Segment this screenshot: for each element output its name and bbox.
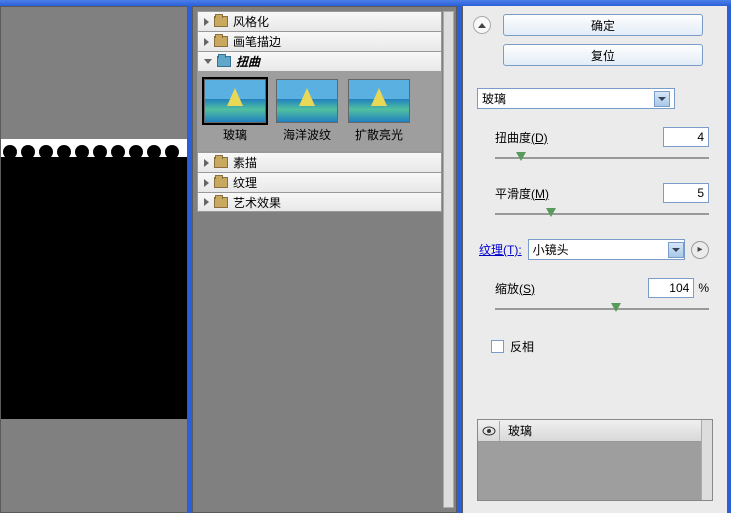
eye-icon[interactable] (478, 421, 500, 441)
category-label: 画笔描边 (233, 33, 281, 50)
category-distort[interactable]: 扭曲 (197, 51, 442, 71)
effect-layer-name: 玻璃 (508, 422, 532, 439)
distortion-label: 扭曲度(D) (495, 129, 548, 146)
smoothness-slider[interactable] (495, 207, 709, 221)
texture-menu-icon[interactable] (691, 241, 709, 259)
scale-unit: % (698, 281, 709, 295)
ok-button[interactable]: 确定 (503, 14, 703, 36)
texture-select-value: 小镜头 (533, 241, 569, 258)
distortion-input[interactable] (663, 127, 709, 147)
settings-pane: 确定 复位 玻璃 扭曲度(D) 平滑度(M) 纹理(T): 小镜头 (461, 6, 727, 513)
smoothness-label: 平滑度(M) (495, 185, 549, 202)
effect-layer-row[interactable]: 玻璃 (478, 420, 712, 442)
texture-select[interactable]: 小镜头 (528, 239, 685, 260)
scrollbar-vertical[interactable] (443, 11, 454, 508)
scale-input[interactable] (648, 278, 694, 298)
category-label: 素描 (233, 154, 257, 171)
chevron-down-icon (654, 91, 670, 107)
thumb-label: 扩散亮光 (348, 126, 410, 143)
category-label: 扭曲 (236, 53, 260, 70)
category-brush-strokes[interactable]: 画笔描边 (197, 31, 442, 51)
category-sketch[interactable]: 素描 (197, 152, 442, 172)
smoothness-input[interactable] (663, 183, 709, 203)
category-stylize[interactable]: 风格化 (197, 11, 442, 31)
effect-layers-panel: 玻璃 (477, 419, 713, 501)
scrollbar-vertical[interactable] (701, 420, 712, 500)
category-label: 纹理 (233, 174, 257, 191)
filter-thumbnails: 玻璃 海洋波纹 扩散亮光 (197, 71, 442, 152)
category-label: 艺术效果 (233, 194, 281, 211)
filter-select[interactable]: 玻璃 (477, 88, 675, 109)
texture-label: 纹理(T): (479, 241, 522, 258)
thumb-glass[interactable]: 玻璃 (204, 79, 266, 143)
category-texture[interactable]: 纹理 (197, 172, 442, 192)
category-label: 风格化 (233, 13, 269, 30)
distortion-slider[interactable] (495, 151, 709, 165)
thumb-label: 玻璃 (204, 126, 266, 143)
thumb-ocean-ripple[interactable]: 海洋波纹 (276, 79, 338, 143)
filter-select-value: 玻璃 (482, 90, 506, 107)
chevron-down-icon (668, 242, 684, 258)
scale-label: 缩放(S) (495, 280, 535, 297)
collapse-icon[interactable] (473, 16, 491, 34)
filter-category-pane: 风格化 画笔描边 扭曲 玻璃 海洋波纹 扩散亮光 素描 纹理 艺术效果 (192, 6, 457, 513)
scale-slider[interactable] (495, 302, 709, 316)
invert-label: 反相 (510, 338, 534, 355)
invert-checkbox[interactable] (491, 340, 504, 353)
preview-image (1, 139, 187, 419)
category-artistic[interactable]: 艺术效果 (197, 192, 442, 212)
preview-pane (0, 6, 188, 513)
thumb-label: 海洋波纹 (276, 126, 338, 143)
thumb-diffuse-glow[interactable]: 扩散亮光 (348, 79, 410, 143)
reset-button[interactable]: 复位 (503, 44, 703, 66)
